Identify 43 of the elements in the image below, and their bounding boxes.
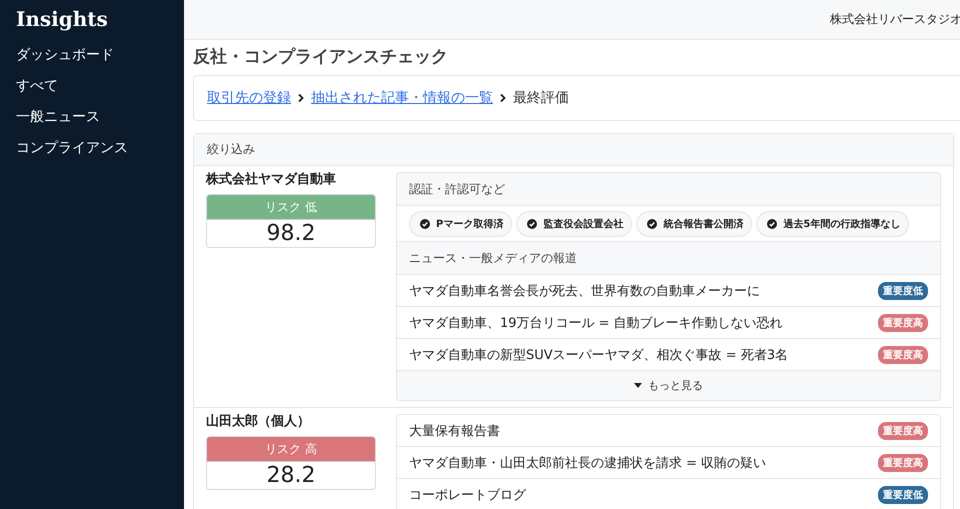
check-circle-icon — [527, 218, 538, 228]
severity-badge: 重要度低 — [878, 486, 928, 504]
certification-tag: 過去5年間の行政指導なし — [756, 210, 910, 236]
severity-badge: 重要度高 — [878, 346, 928, 364]
check-circle-icon — [420, 218, 430, 228]
news-title: コーポレートブログ — [409, 486, 526, 504]
section-header: ニュース・一般メディアの報道 — [397, 242, 940, 275]
sidebar-item[interactable]: ダッシュボード — [16, 40, 184, 71]
severity-badge: 重要度高 — [878, 314, 928, 332]
certification-tag: 統合報告書公開済 — [636, 210, 752, 236]
card-title: 絞り込み — [207, 141, 255, 158]
sidebar-item[interactable]: コンプライアンス — [16, 133, 184, 164]
brand-logo: Insights — [16, 6, 109, 33]
news-title: 大量保有報告書 — [409, 422, 500, 440]
chevron-right-icon — [500, 94, 506, 102]
entity-name: 山田太郎（個人） — [206, 414, 311, 430]
check-circle-icon — [767, 218, 778, 228]
risk-level-label: リスク 低 — [207, 195, 375, 219]
risk-score: 28.2 — [207, 461, 375, 489]
company-name: 株式会社リバースタジオ — [830, 11, 960, 28]
news-title: ヤマダ自動車名誉会長が死去、世界有数の自動車メーカーに — [409, 282, 760, 300]
risk-score: 98.2 — [207, 219, 375, 247]
severity-badge: 重要度高 — [878, 454, 928, 472]
certification-tag: 監査役会設置会社 — [516, 210, 632, 236]
show-more-button[interactable]: もっと見る — [397, 371, 940, 400]
check-circle-icon — [647, 218, 658, 228]
chevron-right-icon — [298, 94, 304, 102]
severity-badge: 重要度高 — [878, 422, 928, 440]
news-title: ヤマダ自動車、19万台リコール = 自動ブレーキ作動しない恐れ — [409, 314, 783, 332]
sidebar-item[interactable]: 一般ニュース — [16, 102, 184, 133]
entity-name: 株式会社ヤマダ自動車 — [206, 172, 337, 188]
breadcrumb-link[interactable]: 抽出された記事・情報の一覧 — [311, 89, 493, 107]
severity-badge: 重要度低 — [878, 282, 928, 300]
sidebar-item[interactable]: すべて — [16, 71, 184, 102]
page-title: 反社・コンプライアンスチェック — [193, 47, 449, 67]
certification-tag: Pマーク取得済 — [409, 210, 512, 236]
caret-down-icon — [634, 383, 642, 388]
risk-level-label: リスク 高 — [207, 437, 375, 461]
section-header: 認証・許認可など — [397, 173, 940, 206]
news-title: ヤマダ自動車の新型SUVスーパーヤマダ、相次ぐ事故 = 死者3名 — [409, 346, 788, 364]
breadcrumb-link[interactable]: 取引先の登録 — [207, 89, 291, 107]
current-page-label: 最終評価 — [513, 89, 569, 107]
news-title: ヤマダ自動車・山田太郎前社長の逮捕状を請求 = 収賄の疑い — [409, 454, 766, 472]
